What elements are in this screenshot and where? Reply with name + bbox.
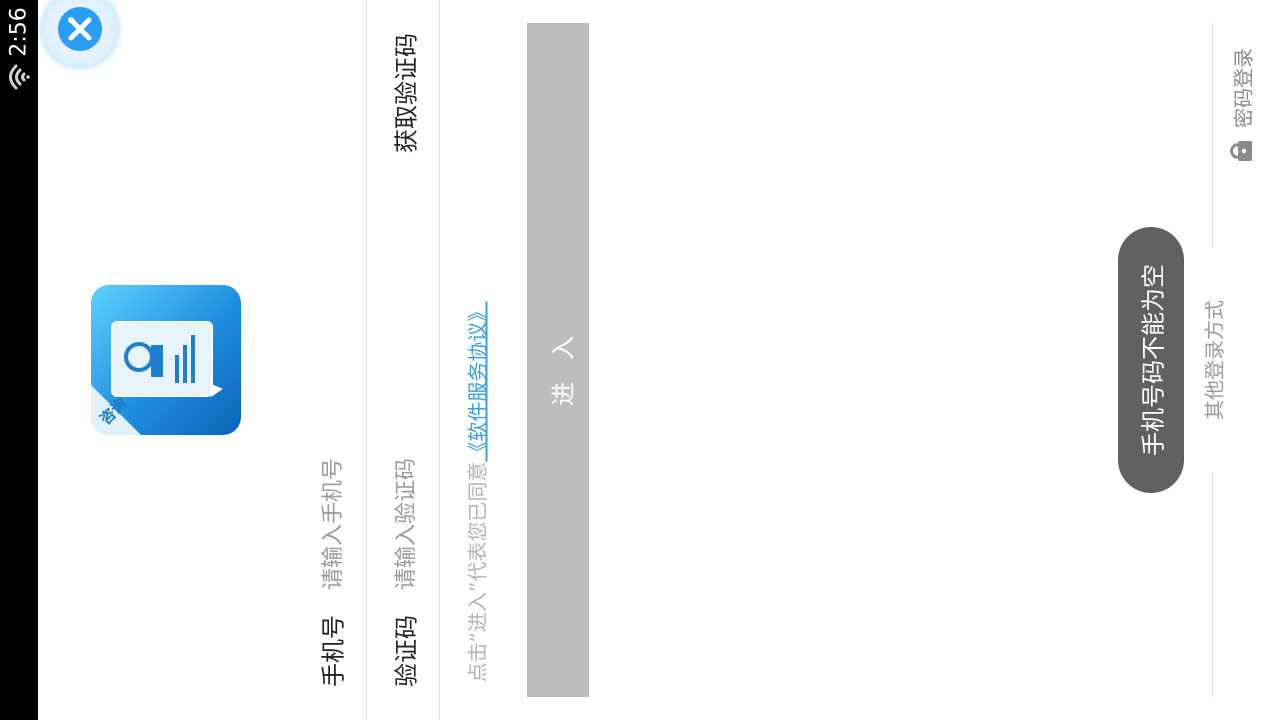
- enter-button[interactable]: 进入: [527, 23, 589, 697]
- agreement-text: 点击“进入”代表您已同意《软件服务协议》: [462, 302, 491, 683]
- other-login-divider: [1212, 23, 1213, 247]
- other-login-label: 其他登录方式: [1202, 300, 1227, 420]
- lock-icon: [1230, 141, 1252, 161]
- status-bar: 2:56: [0, 0, 38, 720]
- password-login-link[interactable]: 密码登录: [1228, 48, 1257, 128]
- app-logo: 咨询: [91, 285, 241, 435]
- code-label: 验证码: [392, 615, 421, 687]
- wifi-icon: [9, 64, 30, 90]
- toast: 手机号码不能为空: [1118, 227, 1184, 493]
- service-agreement-link[interactable]: 《软件服务协议》: [466, 302, 490, 462]
- divider: [439, 0, 440, 720]
- agreement-prefix: 点击“进入”代表您已同意: [465, 461, 490, 683]
- floating-assistant-close-icon: [58, 7, 102, 51]
- floating-assistant-button[interactable]: [41, 0, 119, 68]
- phone-input[interactable]: 请输入手机号: [315, 458, 347, 590]
- toast-text: 手机号码不能为空: [1139, 264, 1168, 456]
- other-login-divider: [1212, 473, 1213, 697]
- divider: [366, 0, 367, 720]
- phone-label: 手机号: [319, 615, 348, 687]
- enter-button-label: 进入: [549, 314, 578, 406]
- status-time: 2:56: [6, 7, 32, 57]
- code-input[interactable]: 请输入验证码: [388, 458, 420, 590]
- get-code-button[interactable]: 获取验证码: [387, 33, 422, 153]
